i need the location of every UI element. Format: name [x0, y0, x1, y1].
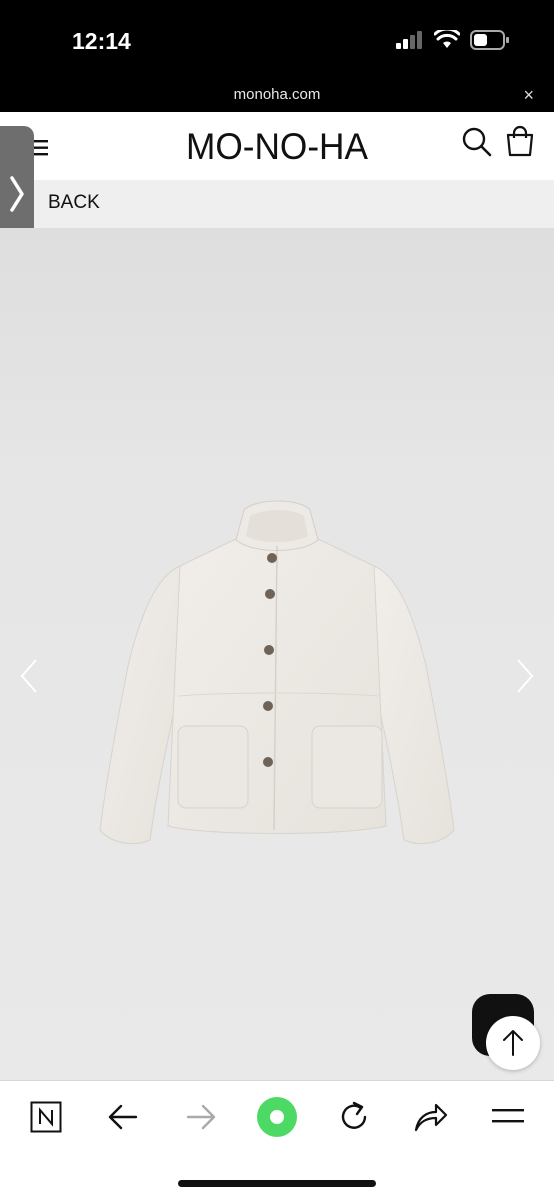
- scroll-to-top-button[interactable]: [486, 1016, 540, 1070]
- home-icon[interactable]: [256, 1096, 298, 1138]
- shopping-bag-icon[interactable]: [506, 125, 534, 157]
- close-icon[interactable]: ×: [523, 80, 534, 110]
- forward-arrow-icon[interactable]: [186, 1104, 216, 1130]
- back-arrow-icon[interactable]: [108, 1104, 138, 1130]
- chevron-left-icon[interactable]: [18, 658, 40, 694]
- menu-lines-icon[interactable]: [492, 1107, 524, 1125]
- logo[interactable]: MO-NO-HA: [186, 128, 370, 164]
- back-link[interactable]: BACK: [48, 192, 100, 214]
- signal-icon: [396, 31, 422, 49]
- status-icons: [396, 30, 510, 50]
- logo-text: MO-NO-HA: [186, 128, 368, 164]
- chevron-right-icon[interactable]: [514, 658, 536, 694]
- battery-icon: [470, 30, 509, 50]
- share-icon[interactable]: [414, 1102, 448, 1132]
- chevron-right-icon: [10, 176, 24, 212]
- wifi-icon: [434, 30, 460, 48]
- url-text[interactable]: monoha.com: [234, 86, 321, 103]
- jacket-image[interactable]: [96, 496, 458, 858]
- status-time: 12:14: [72, 28, 131, 54]
- notes-icon[interactable]: [30, 1101, 62, 1133]
- status-bar: 12:14: [0, 0, 554, 80]
- home-indicator: [178, 1180, 376, 1187]
- arrow-up-icon: [503, 1030, 523, 1056]
- url-bar[interactable]: monoha.com ×: [0, 80, 554, 112]
- search-icon[interactable]: [462, 127, 492, 157]
- reload-icon[interactable]: [338, 1101, 370, 1133]
